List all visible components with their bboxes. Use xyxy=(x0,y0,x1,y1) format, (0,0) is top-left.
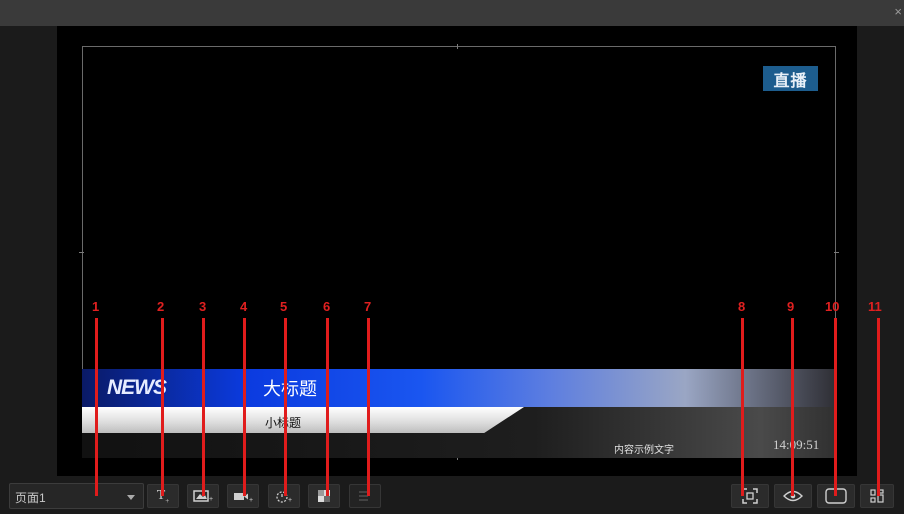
annotation-line-3 xyxy=(202,318,205,496)
annotation-label-10: 10 xyxy=(825,299,840,314)
mosaic-button[interactable] xyxy=(308,484,340,508)
fit-frame-icon xyxy=(742,488,758,504)
subtitle-bar[interactable] xyxy=(82,407,524,433)
annotation-label-6: 6 xyxy=(323,299,331,314)
frame-tick xyxy=(834,252,839,253)
annotation-label-7: 7 xyxy=(364,299,372,314)
annotation-line-11 xyxy=(877,318,880,496)
annotation-line-5 xyxy=(284,318,287,496)
annotation-line-8 xyxy=(741,318,744,496)
chevron-down-icon xyxy=(127,495,135,500)
annotation-label-11: 11 xyxy=(868,299,882,314)
annotation-label-4: 4 xyxy=(240,299,248,314)
clock-text[interactable]: 14:09:51 xyxy=(773,437,819,453)
annotation-label-2: 2 xyxy=(157,299,165,314)
frame-tick xyxy=(457,44,458,49)
annotation-label-1: 1 xyxy=(92,299,100,314)
page-select-value: 页面1 xyxy=(15,491,46,505)
title-bar: × xyxy=(0,0,904,26)
annotation-line-10 xyxy=(834,318,837,496)
annotation-line-2 xyxy=(161,318,164,496)
add-list-button[interactable] xyxy=(349,484,381,508)
annotation-line-9 xyxy=(791,318,794,496)
news-logo: NEWS xyxy=(107,376,167,399)
fit-frame-button[interactable] xyxy=(731,484,769,508)
annotation-line-4 xyxy=(243,318,246,496)
svg-text:+: + xyxy=(288,497,292,504)
frame-tick xyxy=(79,252,84,253)
subtitle-text[interactable]: 小标题 xyxy=(265,414,301,431)
annotation-line-7 xyxy=(367,318,370,496)
svg-text:+: + xyxy=(209,496,213,503)
live-badge[interactable]: 直播 xyxy=(763,66,818,91)
page-select[interactable]: 页面1 xyxy=(9,483,144,509)
main-title-text[interactable]: 大标题 xyxy=(263,375,317,401)
list-add-icon xyxy=(359,491,368,501)
annotation-line-6 xyxy=(326,318,329,496)
annotation-label-9: 9 xyxy=(787,299,795,314)
headline-bar[interactable] xyxy=(82,369,836,407)
content-text[interactable]: 内容示例文字 xyxy=(614,441,674,456)
close-icon[interactable]: × xyxy=(894,5,902,19)
svg-text:+: + xyxy=(249,497,253,503)
annotation-label-5: 5 xyxy=(280,299,288,314)
annotation-label-8: 8 xyxy=(738,299,746,314)
annotation-label-3: 3 xyxy=(199,299,207,314)
annotation-line-1 xyxy=(95,318,98,496)
